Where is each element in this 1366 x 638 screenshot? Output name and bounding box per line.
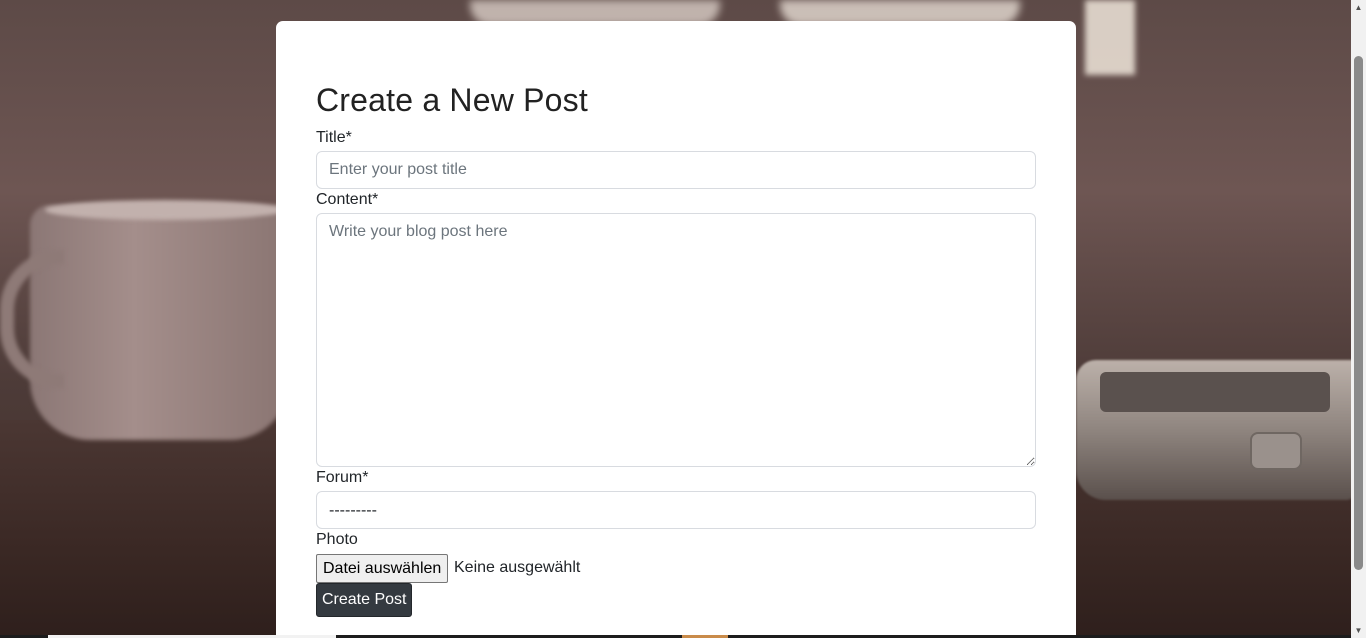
vertical-scrollbar[interactable]: ▲ ▼ [1351, 0, 1366, 638]
create-post-button[interactable]: Create Post [316, 583, 413, 617]
scrollbar-thumb[interactable] [1354, 56, 1363, 570]
chevron-up-icon[interactable]: ▲ [1351, 0, 1366, 15]
file-status-text: Keine ausgewählt [454, 559, 581, 576]
title-input[interactable] [316, 151, 1036, 189]
chevron-down-icon[interactable]: ▼ [1351, 623, 1366, 638]
forum-select-value: --------- [329, 502, 377, 519]
choose-file-button[interactable]: Datei auswählen [316, 554, 449, 583]
background-cup [30, 205, 290, 440]
content-textarea[interactable] [316, 213, 1036, 467]
background-phone-screen [1100, 372, 1330, 412]
post-form-card: Create a New Post Title* Content* Forum*… [276, 21, 1076, 638]
forum-label: Forum* [316, 469, 369, 486]
background-cup-handle [0, 250, 64, 388]
background-light [1085, 0, 1135, 75]
background-phone-button [1250, 432, 1302, 470]
title-label: Title* [316, 129, 352, 146]
page-title: Create a New Post [316, 82, 588, 118]
background-cup-rim [45, 200, 285, 220]
forum-select[interactable]: --------- [316, 491, 1036, 529]
page-viewport: Create a New Post Title* Content* Forum*… [0, 0, 1366, 638]
content-label: Content* [316, 191, 379, 208]
photo-label: Photo [316, 531, 358, 548]
